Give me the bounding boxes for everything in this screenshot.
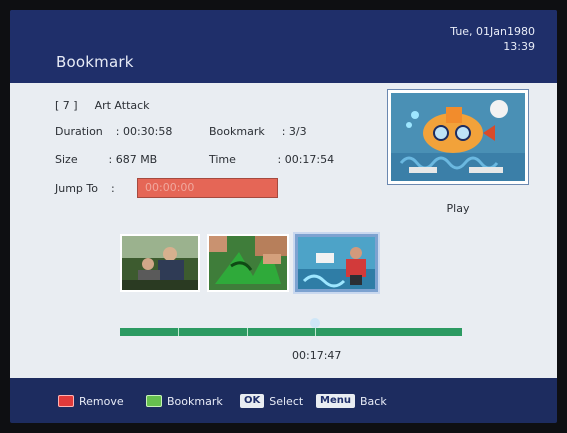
duration-row: Duration : 00:30:58 bbox=[55, 125, 172, 138]
size-value: : 687 MB bbox=[108, 153, 158, 166]
preview-submarine-image bbox=[391, 93, 525, 181]
time-row: Time : 00:17:54 bbox=[209, 153, 334, 166]
footer-bookmark[interactable]: Bookmark bbox=[146, 392, 223, 410]
kid-thumbnail-icon bbox=[298, 237, 375, 289]
program-info: [ 7 ] Art Attack bbox=[55, 99, 150, 112]
bookmark-count-row: Bookmark : 3/3 bbox=[209, 125, 307, 138]
back-label: Back bbox=[359, 394, 387, 408]
header-bar: Bookmark Tue, 01Jan1980 13:39 bbox=[10, 10, 557, 83]
bookmark-marker bbox=[315, 328, 316, 336]
bookmark-screen: Bookmark Tue, 01Jan1980 13:39 [ 7 ] Art … bbox=[10, 10, 557, 423]
timeline-track[interactable] bbox=[120, 328, 462, 336]
preview-window[interactable] bbox=[388, 90, 528, 184]
jump-to-separator: : bbox=[111, 182, 115, 195]
bookmark-marker bbox=[247, 328, 248, 336]
program-name: Art Attack bbox=[94, 99, 150, 112]
paper-craft-thumbnail-icon bbox=[209, 236, 287, 290]
duration-value: : 00:30:58 bbox=[115, 125, 173, 138]
bookmark-count-value: : 3/3 bbox=[281, 125, 307, 138]
select-label: Select bbox=[269, 394, 304, 408]
bookmark-thumbnail-2[interactable] bbox=[207, 234, 289, 292]
datetime: Tue, 01Jan1980 13:39 bbox=[450, 24, 535, 54]
menu-key-icon: Menu bbox=[316, 394, 355, 408]
red-key-icon bbox=[58, 395, 74, 407]
duration-label: Duration bbox=[55, 125, 103, 138]
size-label: Size bbox=[55, 153, 78, 166]
time-field-value: : 00:17:54 bbox=[277, 153, 335, 166]
bookmark-thumbnail-1[interactable] bbox=[120, 234, 200, 292]
time-label: 13:39 bbox=[503, 40, 535, 53]
page-title: Bookmark bbox=[56, 53, 134, 71]
footer-remove[interactable]: Remove bbox=[58, 392, 124, 410]
person-thumbnail-icon bbox=[122, 236, 198, 290]
size-row: Size : 687 MB bbox=[55, 153, 157, 166]
footer-back[interactable]: Menu Back bbox=[316, 392, 387, 410]
remove-label: Remove bbox=[79, 394, 124, 408]
bookmark-count-label: Bookmark bbox=[209, 125, 265, 138]
bookmark-thumbnail-3[interactable] bbox=[295, 234, 378, 292]
ok-key-icon: OK bbox=[240, 394, 265, 408]
jump-to-input[interactable]: 00:00:00 bbox=[137, 178, 278, 198]
green-key-icon bbox=[146, 395, 162, 407]
footer-select[interactable]: OK Select bbox=[240, 392, 303, 410]
bookmark-label: Bookmark bbox=[167, 394, 223, 408]
program-number: [ 7 ] bbox=[55, 99, 78, 112]
jump-to-row: Jump To : bbox=[55, 182, 115, 195]
bookmark-marker bbox=[178, 328, 179, 336]
jump-to-label: Jump To bbox=[55, 182, 98, 195]
play-label: Play bbox=[446, 202, 470, 215]
timeline-current-time: 00:17:47 bbox=[292, 349, 342, 362]
time-field-label: Time bbox=[209, 153, 236, 166]
date-label: Tue, 01Jan1980 bbox=[450, 25, 535, 38]
timeline-position-indicator[interactable] bbox=[310, 318, 320, 328]
